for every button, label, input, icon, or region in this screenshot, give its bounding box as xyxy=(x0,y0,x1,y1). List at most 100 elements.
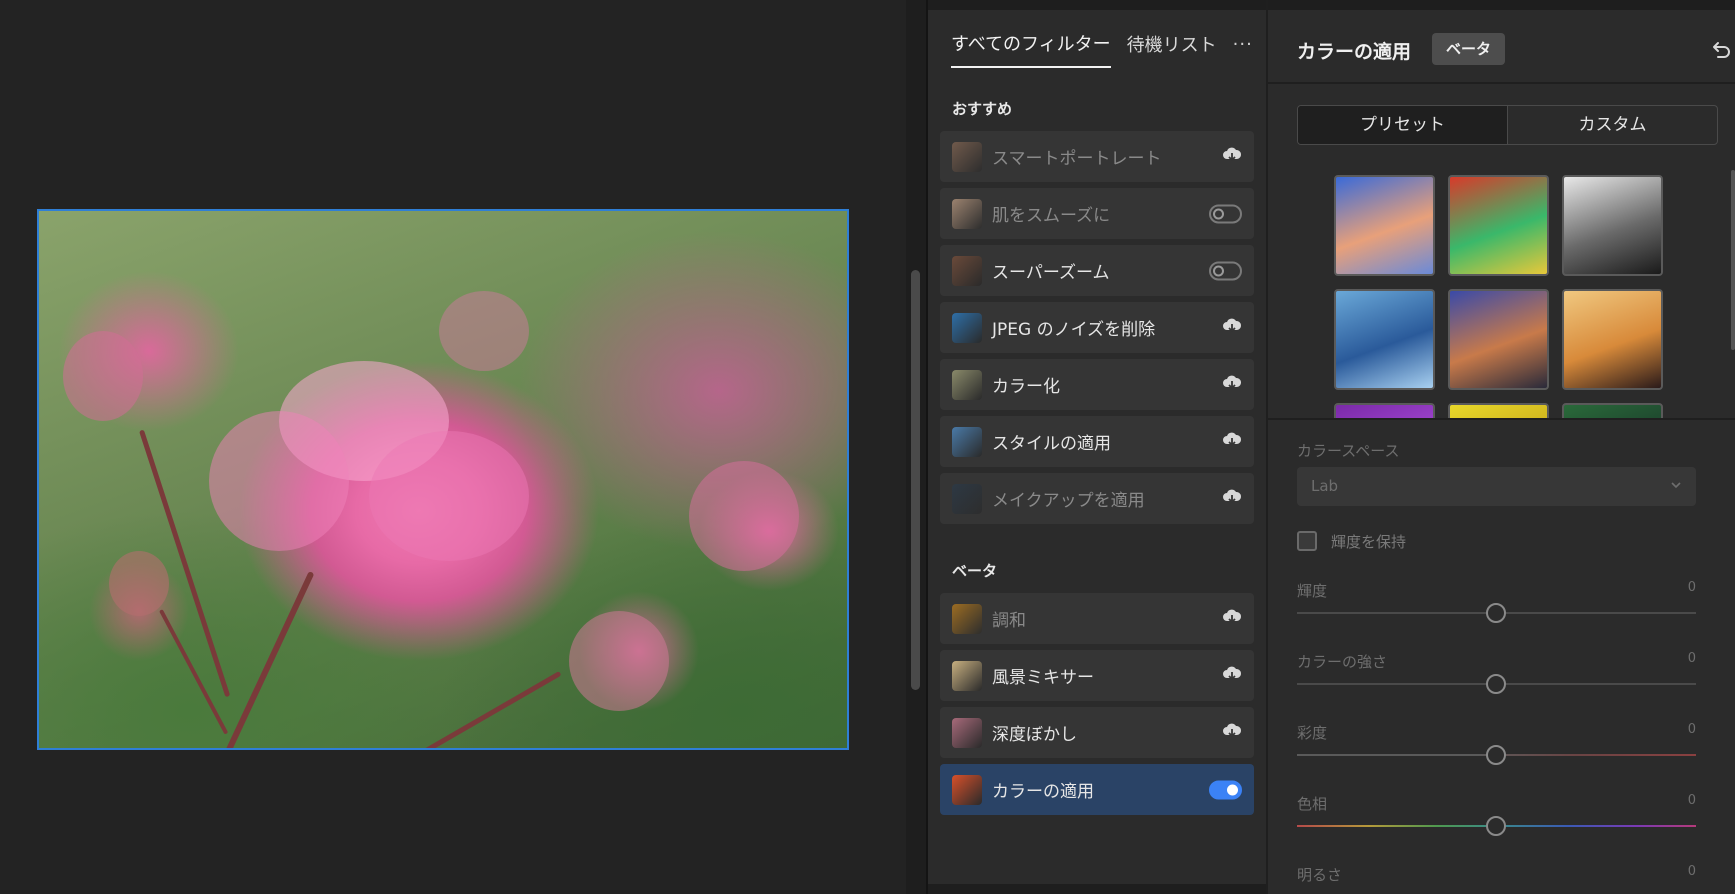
filter-settings-panel: カラーの適用 ベータ プリセット カスタム カラースペース Lab 輝度を保持 … xyxy=(1266,0,1735,894)
slider-value: 0 xyxy=(1687,722,1696,737)
makeup-thumb-icon xyxy=(952,483,982,514)
filter-toggle-off[interactable] xyxy=(1209,261,1242,280)
harmony-thumb-icon xyxy=(952,603,982,634)
slider-value: 0 xyxy=(1687,864,1696,879)
slider-label: 輝度 xyxy=(1297,582,1328,600)
slider-label: カラーの強さ xyxy=(1297,653,1388,671)
preset-custom-toggle: プリセット カスタム xyxy=(1297,105,1718,145)
tab-all-filters[interactable]: すべてのフィルター xyxy=(951,30,1111,68)
filter-item-label: JPEG のノイズを削除 xyxy=(992,320,1156,340)
section-title-beta: ベータ xyxy=(952,562,998,580)
abstract-paint-preset[interactable] xyxy=(1448,175,1549,276)
section-divider xyxy=(1268,418,1735,420)
style-thumb-icon xyxy=(952,426,982,457)
filter-item-label: スタイルの適用 xyxy=(992,434,1111,454)
filter-item[interactable]: カラー化 xyxy=(940,359,1254,410)
green-leaves-preset[interactable] xyxy=(1562,403,1663,418)
beta-badge: ベータ xyxy=(1432,33,1506,65)
filter-item[interactable]: 調和 xyxy=(940,593,1254,644)
panel-splitter[interactable] xyxy=(906,0,926,894)
filter-item-label: スーパーズーム xyxy=(992,263,1110,283)
neural-filters-panel: すべてのフィルター 待機リスト ··· おすすめ スマートポートレート 肌をスムー… xyxy=(928,0,1266,894)
filter-item[interactable]: JPEG のノイズを削除 xyxy=(940,302,1254,353)
slider-value: 0 xyxy=(1687,580,1696,595)
cloud-download-icon[interactable] xyxy=(1222,147,1242,167)
skin-thumb-icon xyxy=(952,198,982,229)
preset-grid xyxy=(1334,175,1664,418)
undo-icon[interactable] xyxy=(1709,38,1733,62)
filter-item[interactable]: メイクアップを適用 xyxy=(940,473,1254,524)
more-icon[interactable]: ··· xyxy=(1233,34,1253,65)
slider: 明るさ 0 xyxy=(1297,864,1696,894)
yellow-preset[interactable] xyxy=(1448,403,1549,418)
keep-luminance-label: 輝度を保持 xyxy=(1331,533,1407,551)
tab-preset[interactable]: プリセット xyxy=(1298,106,1507,144)
depth-blur-thumb-icon xyxy=(952,717,982,748)
filter-item[interactable]: スマートポートレート xyxy=(940,131,1254,182)
settings-header: カラーの適用 ベータ xyxy=(1268,10,1735,84)
colorize-thumb-icon xyxy=(952,369,982,400)
slider-knob[interactable] xyxy=(1486,816,1506,836)
filter-item[interactable]: 深度ぼかし xyxy=(940,707,1254,758)
filter-toggle-off[interactable] xyxy=(1209,204,1242,223)
slider-label: 明るさ xyxy=(1297,866,1343,884)
color-transfer-thumb-icon xyxy=(952,774,982,805)
color-space-label: カラースペース xyxy=(1297,442,1400,460)
slider: 輝度 0 xyxy=(1297,580,1696,630)
filter-tabs: すべてのフィルター 待機リスト ··· xyxy=(951,30,1253,68)
filter-item-label: 風景ミキサー xyxy=(992,668,1094,688)
tab-custom[interactable]: カスタム xyxy=(1507,106,1717,144)
rose-photo[interactable] xyxy=(37,209,849,750)
blue-feathers-preset[interactable] xyxy=(1334,289,1435,390)
sunset-lake-preset[interactable] xyxy=(1334,175,1435,276)
slider: 色相 0 xyxy=(1297,793,1696,843)
purple-flower-preset[interactable] xyxy=(1334,403,1435,418)
splitter-scrollbar[interactable] xyxy=(911,270,920,690)
keep-luminance-checkbox[interactable] xyxy=(1297,531,1317,551)
color-space-dropdown[interactable]: Lab xyxy=(1297,467,1696,506)
panel-top-bar xyxy=(928,0,1266,10)
slider: カラーの強さ 0 xyxy=(1297,651,1696,701)
jpeg-thumb-icon xyxy=(952,312,982,343)
settings-top-bar xyxy=(1268,0,1735,10)
slider-value: 0 xyxy=(1687,793,1696,808)
featured-filter-list: スマートポートレート 肌をスムーズに スーパーズーム JPEG のノイズを削除 カラー化… xyxy=(940,131,1254,530)
portrait-thumb-icon xyxy=(952,141,982,172)
skater-preset[interactable] xyxy=(1562,289,1663,390)
presets-scrollbar[interactable] xyxy=(1731,170,1735,350)
beta-filter-list: 調和風景ミキサー 深度ぼかしカラーの適用 xyxy=(940,593,1254,821)
filter-item-label: メイクアップを適用 xyxy=(992,491,1145,511)
filter-item-label: 肌をスムーズに xyxy=(992,206,1111,226)
filter-item[interactable]: 肌をスムーズに xyxy=(940,188,1254,239)
slider-knob[interactable] xyxy=(1486,674,1506,694)
filter-item[interactable]: 風景ミキサー xyxy=(940,650,1254,701)
panel-bottom-bar xyxy=(928,884,1266,894)
slider-knob[interactable] xyxy=(1486,745,1506,765)
chevron-down-icon xyxy=(1671,482,1681,489)
cloud-download-icon[interactable] xyxy=(1222,318,1242,338)
slider-label: 色相 xyxy=(1297,795,1328,813)
filter-title: カラーの適用 xyxy=(1297,41,1412,63)
cloud-download-icon[interactable] xyxy=(1222,723,1242,743)
cloud-download-icon[interactable] xyxy=(1222,666,1242,686)
arches-bw-preset[interactable] xyxy=(1562,175,1663,276)
cloud-download-icon[interactable] xyxy=(1222,489,1242,509)
filter-item[interactable]: スタイルの適用 xyxy=(940,416,1254,467)
slider-knob[interactable] xyxy=(1486,603,1506,623)
filter-item-label: 深度ぼかし xyxy=(992,725,1077,745)
landscape-thumb-icon xyxy=(952,660,982,691)
zoom-thumb-icon xyxy=(952,255,982,286)
canvas-area[interactable] xyxy=(0,0,906,894)
filter-item[interactable]: スーパーズーム xyxy=(940,245,1254,296)
tab-waitlist[interactable]: 待機リスト xyxy=(1127,31,1217,67)
filter-item-label: カラー化 xyxy=(992,377,1060,397)
filter-item[interactable]: カラーの適用 xyxy=(940,764,1254,815)
filter-item-label: スマートポートレート xyxy=(992,149,1162,169)
filter-item-label: カラーの適用 xyxy=(992,782,1094,802)
cloud-download-icon[interactable] xyxy=(1222,432,1242,452)
filter-toggle-on[interactable] xyxy=(1209,780,1242,799)
cloud-download-icon[interactable] xyxy=(1222,609,1242,629)
slider-label: 彩度 xyxy=(1297,724,1328,742)
desert-road-preset[interactable] xyxy=(1448,289,1549,390)
cloud-download-icon[interactable] xyxy=(1222,375,1242,395)
